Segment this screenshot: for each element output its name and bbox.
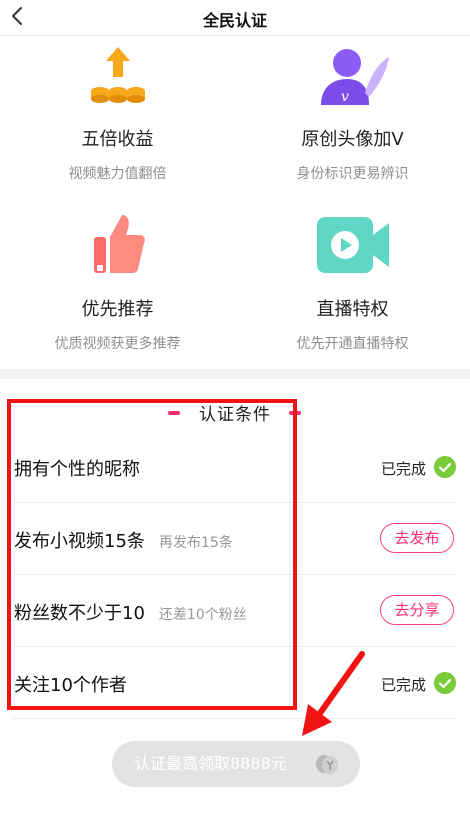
title-dash-right [289,411,301,415]
thumbs-up-icon [93,215,145,273]
benefit-title: 五倍收益 [81,129,154,150]
benefit-title: 原创头像加V [301,129,404,150]
check-circle-icon [434,672,456,694]
condition-label-text: 粉丝数不少于10 [14,603,145,624]
benefit-live-privilege: 直播特权 优先开通直播特权 [235,207,470,367]
condition-label: 发布小视频15条 再发布15条 [14,527,233,553]
publish-button[interactable]: 去发布 [380,523,454,553]
condition-row-fans: 粉丝数不少于10 还差10个粉丝 去分享 [0,575,470,647]
benefit-desc: 视频魅力值翻倍 [68,166,167,182]
condition-row-nickname: 拥有个性的昵称 已完成 [0,431,470,503]
top-bar: 全民认证 [0,0,470,36]
section-gap [0,369,470,379]
status-done-text: 已完成 [380,676,426,694]
share-button[interactable]: 去分享 [380,595,454,625]
benefit-priority-recommend: 优先推荐 优质视频获更多推荐 [0,207,235,367]
conditions-title: 认证条件 [199,405,271,425]
benefit-desc: 优质视频获更多推荐 [54,336,181,352]
page-title: 全民认证 [202,11,267,30]
condition-hint: 还差10个粉丝 [158,607,247,623]
cta-label: 认证最高领取8888元 [134,754,287,773]
avatar-v-icon: v [320,49,389,105]
coin-icon [316,755,338,774]
check-circle-icon [434,456,456,478]
status-done-text: 已完成 [380,460,426,478]
benefit-title: 优先推荐 [81,299,154,320]
condition-row-publish-videos: 发布小视频15条 再发布15条 去发布 [0,503,470,575]
benefit-desc: 优先开通直播特权 [296,336,409,352]
benefit-desc: 身份标识更易辨识 [296,166,409,182]
condition-row-follow-authors: 关注10个作者 已完成 [0,647,470,719]
condition-label: 关注10个作者 [14,675,127,696]
benefit-title: 直播特权 [316,299,389,320]
benefit-original-avatar-v: v 原创头像加V 身份标识更易辨识 [235,37,470,197]
condition-label: 粉丝数不少于10 还差10个粉丝 [14,599,247,625]
condition-hint: 再发布15条 [158,535,233,551]
condition-label-text: 发布小视频15条 [14,531,145,552]
video-camera-icon [316,217,389,273]
certify-reward-button[interactable]: 认证最高领取8888元 [112,741,360,787]
coins-up-icon [90,47,145,103]
benefits-grid: 五倍收益 视频魅力值翻倍 v 原创头像加V 身份标识更易辨识 优先推荐 优质视频… [0,37,470,369]
row-divider [12,718,458,719]
condition-label: 拥有个性的昵称 [14,459,140,480]
benefit-five-times-income: 五倍收益 视频魅力值翻倍 [0,37,235,197]
annotation-arrow-icon [302,651,365,736]
conditions-header: 认证条件 [0,400,470,426]
svg-text:v: v [341,89,349,105]
